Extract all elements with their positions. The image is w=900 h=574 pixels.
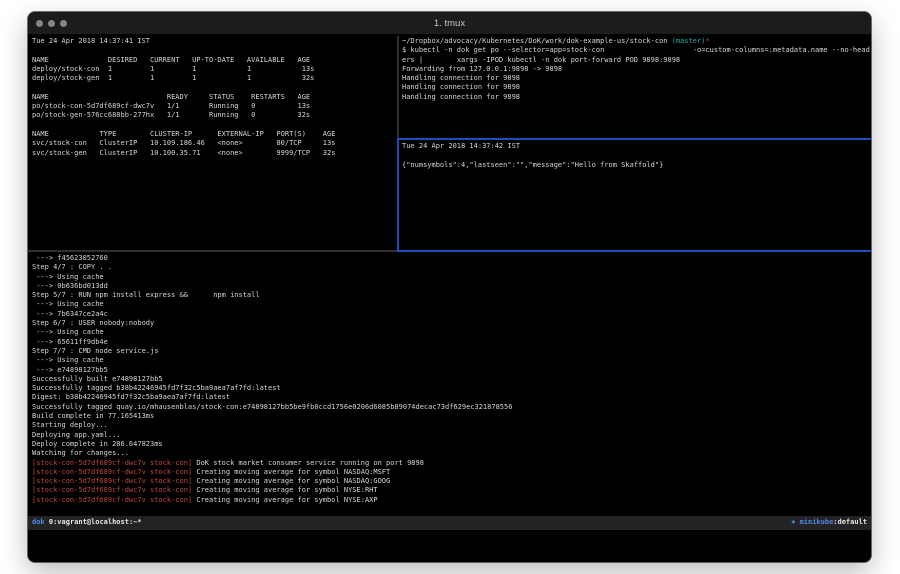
log-message: Creating moving average for symbol NYSE:… (192, 496, 377, 504)
pane-skaffold-response[interactable]: Tue 24 Apr 2018 14:37:42 IST {"numsymbol… (402, 142, 869, 170)
desktop-background: 1. tmux Tue 24 Apr 2018 14:37:41 IST NAM… (0, 0, 900, 574)
close-window-button[interactable] (36, 20, 43, 27)
kube-context-label: minikube (800, 518, 834, 527)
pane-divider-horizontal-active[interactable] (399, 138, 871, 140)
log-message: Creating moving average for symbol NASDA… (192, 468, 390, 476)
tmux-session-name: dok (32, 518, 45, 527)
kubectl-port-forward-command: $ kubectl -n dok get po --selector=app=s… (402, 46, 869, 55)
log-pod-prefix: [stock-con-5d7df689cf-dwc7v stock-con] (32, 496, 192, 504)
log-pod-prefix: [stock-con-5d7df689cf-dwc7v stock-con] (32, 486, 192, 494)
pane-build-deploy-log[interactable]: ---> f45623052760 Step 4/7 : COPY . . --… (32, 254, 867, 505)
tmux-terminal: Tue 24 Apr 2018 14:37:41 IST NAME DESIRE… (28, 34, 871, 562)
container-log-entry: [stock-con-5d7df689cf-dwc7v stock-con] C… (32, 477, 867, 486)
minimize-window-button[interactable] (48, 20, 55, 27)
cwd-path: ~/Dropbox/advocacy/Kubernetes/DoK/work/d… (402, 37, 672, 45)
log-pod-prefix: [stock-con-5d7df689cf-dwc7v stock-con] (32, 468, 192, 476)
zoom-window-button[interactable] (60, 20, 67, 27)
pane-kubectl-watch[interactable]: Tue 24 Apr 2018 14:37:41 IST NAME DESIRE… (32, 37, 394, 158)
kubernetes-helm-icon: ⎈ (791, 518, 799, 527)
log-message: DoK stock market consumer service runnin… (192, 459, 424, 467)
log-pod-prefix: [stock-con-5d7df689cf-dwc7v stock-con] (32, 477, 192, 485)
pane-port-forward[interactable]: ~/Dropbox/advocacy/Kubernetes/DoK/work/d… (402, 37, 869, 102)
tmux-window-item[interactable]: 0:vagrant@localhost:~* (45, 518, 142, 527)
kubectl-watch-output: Tue 24 Apr 2018 14:37:41 IST NAME DESIRE… (32, 37, 394, 158)
kube-namespace-label: :default (833, 518, 867, 527)
status-bar-left: dok 0:vagrant@localhost:~* (32, 518, 142, 527)
tmux-status-bar: dok 0:vagrant@localhost:~* ⎈ minikube:de… (28, 516, 871, 530)
container-log-entry: [stock-con-5d7df689cf-dwc7v stock-con] D… (32, 459, 867, 468)
port-forward-output: ers | xargs -IPOD kubectl -n dok port-fo… (402, 56, 869, 102)
docker-build-output: ---> f45623052760 Step 4/7 : COPY . . --… (32, 254, 867, 459)
log-message: Creating moving average for symbol NASDA… (192, 477, 390, 485)
container-log-entry: [stock-con-5d7df689cf-dwc7v stock-con] C… (32, 468, 867, 477)
pane-divider-horizontal-inactive[interactable] (28, 250, 397, 252)
status-bar-right: ⎈ minikube:default (791, 518, 867, 527)
git-branch-label: (master) (672, 37, 706, 45)
log-pod-prefix: [stock-con-5d7df689cf-dwc7v stock-con] (32, 459, 192, 467)
traffic-lights (36, 12, 67, 34)
log-message: Creating moving average for symbol NYSE:… (192, 486, 377, 494)
pane-divider-vertical-active[interactable] (397, 138, 399, 252)
git-dirty-flag: * (705, 37, 709, 45)
container-log-entry: [stock-con-5d7df689cf-dwc7v stock-con] C… (32, 496, 867, 505)
pane-divider-vertical-inactive[interactable] (397, 36, 399, 138)
shell-prompt-path: ~/Dropbox/advocacy/Kubernetes/DoK/work/d… (402, 37, 869, 46)
window-titlebar[interactable]: 1. tmux (28, 12, 871, 35)
terminal-window: 1. tmux Tue 24 Apr 2018 14:37:41 IST NAM… (28, 12, 871, 562)
container-log-entry: [stock-con-5d7df689cf-dwc7v stock-con] C… (32, 486, 867, 495)
pane-divider-horizontal-active-bottom[interactable] (399, 250, 871, 252)
window-title: 1. tmux (28, 12, 871, 34)
skaffold-response-output: Tue 24 Apr 2018 14:37:42 IST {"numsymbol… (402, 142, 869, 170)
